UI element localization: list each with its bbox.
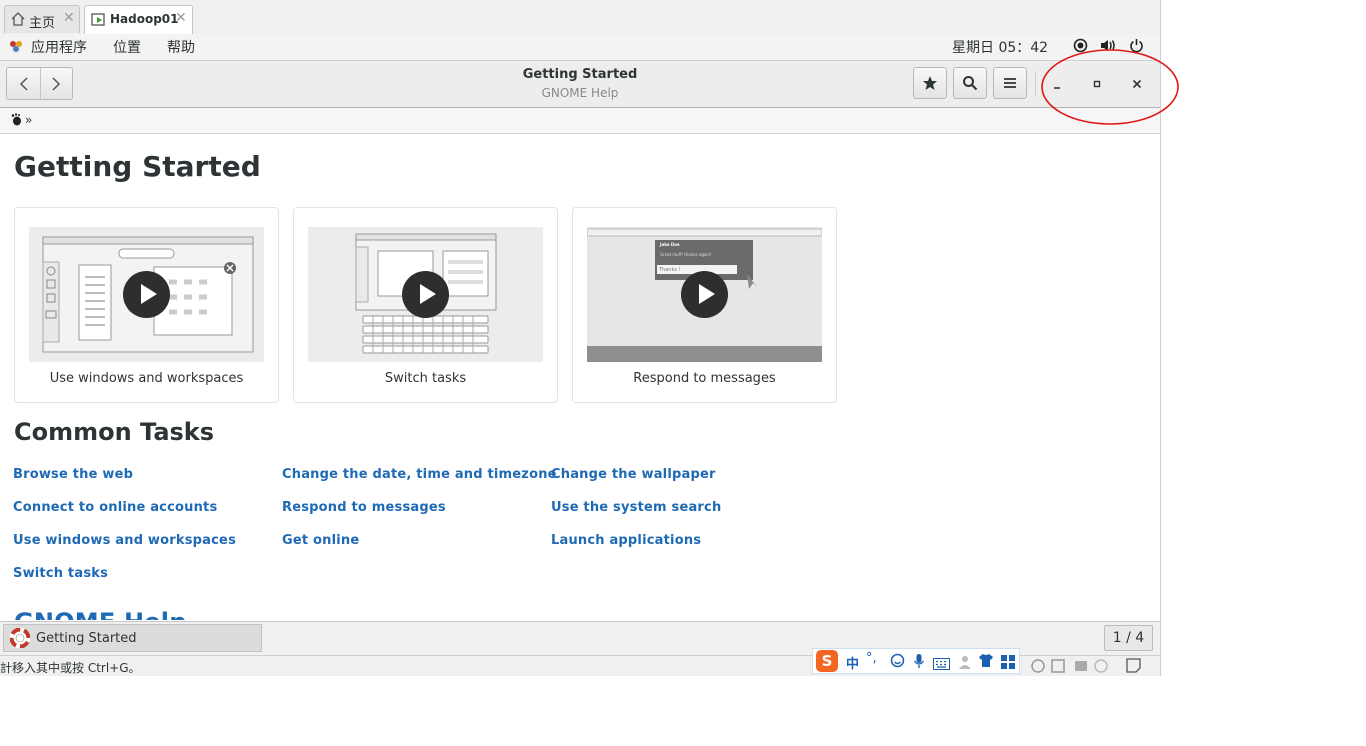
search-icon: [963, 76, 978, 91]
star-icon: [923, 76, 937, 90]
user-icon[interactable]: [958, 654, 972, 673]
header-bar: Getting Started GNOME Help: [0, 61, 1160, 108]
window-list-item[interactable]: Getting Started: [3, 624, 262, 652]
annotation-circle: [1041, 49, 1179, 125]
video-card-switch-tasks[interactable]: Switch tasks: [293, 207, 558, 403]
back-button[interactable]: [7, 68, 41, 99]
menu-button[interactable]: [993, 67, 1027, 99]
task-link-date-time[interactable]: Change the date, time and timezone: [282, 467, 557, 482]
video-thumbnail[interactable]: [29, 227, 264, 362]
nav-buttons: [6, 67, 73, 100]
punctuation-icon[interactable]: °,: [866, 651, 877, 666]
separator: [1035, 71, 1036, 97]
task-link-windows-workspaces[interactable]: Use windows and workspaces: [13, 533, 236, 548]
vm-tab-label: 主页: [29, 16, 56, 31]
vm-tab-strip: 主页 ✕ Hadoop01 ✕: [0, 0, 1160, 35]
forward-button[interactable]: [40, 68, 72, 99]
video-card-respond-messages[interactable]: Jake Doe Great stuff! thanks again! Than…: [572, 207, 837, 403]
ime-mode-toggle[interactable]: 中: [846, 653, 859, 672]
window-subtitle: GNOME Help: [541, 86, 619, 100]
clock[interactable]: 星期日 05：42: [952, 37, 1048, 57]
ime-toolbar: S 中 °,: [812, 648, 1020, 674]
skin-shirt-icon[interactable]: [978, 653, 994, 672]
vm-tab-home[interactable]: 主页 ✕: [4, 5, 80, 33]
video-label: Respond to messages: [633, 371, 776, 386]
play-button[interactable]: [681, 271, 728, 318]
gnome-help-link-cut-off[interactable]: GNOME Help: [14, 608, 187, 620]
microphone-icon[interactable]: [913, 653, 925, 673]
section-title: Common Tasks: [14, 418, 215, 446]
task-link-respond-messages[interactable]: Respond to messages: [282, 500, 446, 515]
close-icon[interactable]: ✕: [175, 10, 187, 26]
notification-reply: Thanks !: [659, 267, 681, 273]
menu-help[interactable]: 帮助: [167, 37, 195, 57]
toolbox-grid-icon[interactable]: [1001, 654, 1015, 673]
video-thumbnail[interactable]: Jake Doe Great stuff! thanks again! Than…: [587, 227, 822, 362]
play-button[interactable]: [123, 271, 170, 318]
help-content: Getting Started Use windows and workspac…: [0, 134, 1160, 620]
video-label: Switch tasks: [384, 371, 467, 386]
task-link-browse-web[interactable]: Browse the web: [13, 467, 133, 482]
task-link-get-online[interactable]: Get online: [282, 533, 359, 548]
vm-play-icon: [91, 12, 106, 31]
close-icon[interactable]: ✕: [63, 10, 75, 26]
chevron-right-icon: [52, 76, 61, 91]
applications-icon: [8, 38, 24, 58]
home-icon: [11, 12, 25, 30]
chevron-left-icon: [19, 76, 28, 91]
window-list-label: Getting Started: [36, 631, 137, 646]
play-button[interactable]: [402, 271, 449, 318]
breadcrumb-separator: »: [25, 113, 33, 127]
hamburger-menu-icon: [1004, 78, 1016, 88]
emoji-icon[interactable]: [890, 653, 905, 672]
task-link-wallpaper[interactable]: Change the wallpaper: [551, 467, 716, 482]
video-card-windows-workspaces[interactable]: Use windows and workspaces: [14, 207, 279, 403]
message-log-icon[interactable]: [1126, 658, 1141, 676]
menu-applications[interactable]: 应用程序: [31, 37, 87, 57]
task-link-switch-tasks[interactable]: Switch tasks: [13, 566, 108, 581]
bookmark-button[interactable]: [913, 67, 947, 99]
menu-places[interactable]: 位置: [113, 37, 141, 57]
task-link-system-search[interactable]: Use the system search: [551, 500, 721, 515]
notification-sender: Jake Doe: [660, 242, 680, 247]
window-title: Getting Started: [522, 67, 638, 82]
gnome-foot-icon[interactable]: [11, 113, 23, 129]
workspace-indicator[interactable]: 1 / 4: [1104, 625, 1153, 651]
page-title: Getting Started: [14, 150, 261, 183]
device-icons[interactable]: [1012, 657, 1120, 678]
vm-tab-label: Hadoop01: [110, 12, 179, 26]
top-panel: 应用程序 位置 帮助 星期日 05：42: [0, 34, 1160, 61]
breadcrumb: »: [0, 108, 1160, 134]
video-thumbnail[interactable]: [308, 227, 543, 362]
search-button[interactable]: [953, 67, 987, 99]
status-hint: 計移入其中或按 Ctrl+G。: [0, 661, 141, 675]
sogou-logo-icon[interactable]: S: [816, 650, 838, 672]
keyboard-icon[interactable]: [933, 655, 950, 674]
task-link-online-accounts[interactable]: Connect to online accounts: [13, 500, 217, 515]
vm-tab-hadoop01[interactable]: Hadoop01 ✕: [84, 5, 193, 34]
video-label: Use windows and workspaces: [49, 371, 244, 386]
task-link-launch-apps[interactable]: Launch applications: [551, 533, 701, 548]
help-lifebuoy-icon: [9, 627, 31, 652]
notification-message: Great stuff! thanks again!: [660, 252, 712, 257]
